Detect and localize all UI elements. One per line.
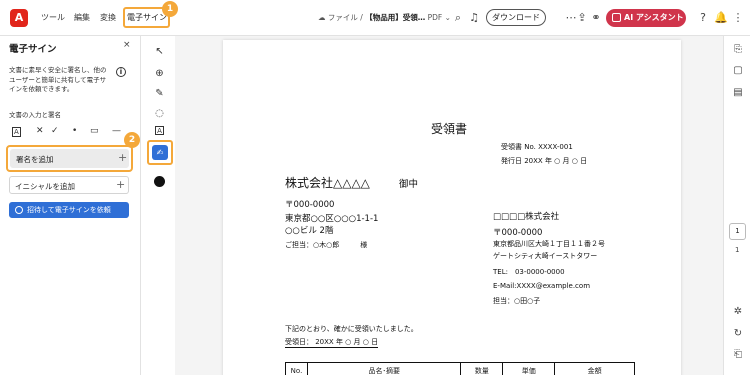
ai-assistant-button[interactable]: AI アシスタント bbox=[606, 9, 686, 27]
menu-convert[interactable]: 変換 bbox=[100, 12, 116, 23]
color-picker-icon[interactable] bbox=[154, 176, 165, 187]
column-header-quantity: 数量 bbox=[460, 362, 504, 375]
add-initials-label: イニシャルを追加 bbox=[15, 182, 75, 191]
recipient-company: 株式会社△△△△ bbox=[285, 176, 370, 190]
sender-email: E-Mail:XXXX@example.com bbox=[493, 282, 591, 290]
search-icon[interactable]: ⌕ bbox=[451, 11, 465, 25]
text-box-icon[interactable]: A bbox=[155, 126, 164, 135]
items-table: No. 品名･摘要 数量 単価 金額 bbox=[285, 362, 635, 375]
step-badge-1: 1 bbox=[162, 1, 178, 17]
close-icon[interactable]: × bbox=[123, 40, 131, 50]
dot-icon[interactable]: • bbox=[72, 126, 77, 136]
sender-address-1: 東京都品川区大崎１丁目１１番２号 bbox=[493, 240, 605, 248]
request-e-signature-label: 招待して電子サインを依頼 bbox=[27, 206, 111, 214]
help-icon[interactable]: ? bbox=[696, 11, 710, 25]
check-mark-icon[interactable]: ✓ bbox=[51, 126, 59, 136]
plus-icon: + bbox=[118, 151, 128, 164]
ai-assistant-label: AI アシスタント bbox=[624, 13, 684, 22]
line-icon[interactable]: — bbox=[112, 126, 121, 136]
cloud-icon: ☁ bbox=[318, 13, 326, 22]
recipient-address-2: ○○ビル 2階 bbox=[285, 226, 334, 236]
right-rail: ⎘ ▢ ▤ 1 1 ✲ ↻ ⎗ bbox=[723, 36, 750, 375]
recipient-person: ご担当：○木○郎 様 bbox=[285, 241, 368, 249]
bookmarks-icon[interactable]: ▤ bbox=[732, 87, 744, 99]
add-comment-icon[interactable]: ⊕ bbox=[153, 67, 166, 80]
plus-icon: + bbox=[116, 178, 126, 191]
share-icon[interactable]: ⇪ bbox=[575, 11, 589, 25]
document-viewer[interactable]: 受領書 受領書 No. XXXX-001 発行日 20XX 年 ○ 月 ○ 日 … bbox=[175, 36, 723, 375]
text-field-icon[interactable]: A bbox=[12, 127, 21, 137]
recipient-honorific: 御中 bbox=[399, 179, 419, 190]
sender-address-2: ゲートシティ大崎イーストタワー bbox=[493, 252, 598, 260]
file-name: 【物品用】受領… bbox=[365, 13, 426, 22]
section-label: 文書の入力と署名 bbox=[9, 111, 61, 119]
download-button[interactable]: ダウンロード bbox=[486, 9, 546, 26]
receipt-number: 受領書 No. XXXX-001 bbox=[501, 143, 573, 151]
panel-description: 文書に素早く安全に署名し、他のユーザーと簡単に共有して電子サインを依頼できます。 bbox=[9, 66, 107, 93]
received-date: 受領日： 20XX 年 ○ 月 ○ 日 bbox=[285, 338, 379, 348]
column-header-item: 品名･摘要 bbox=[306, 362, 462, 375]
top-bar: A ツール 編集 変換 電子サイン 1 ☁ ファイル / 【物品用】受領… PD… bbox=[0, 0, 750, 36]
page-thumbnails-icon[interactable]: ⎘ bbox=[732, 44, 744, 56]
doc-title: 受領書 bbox=[431, 122, 468, 136]
zoom-settings-icon[interactable]: ✲ bbox=[732, 306, 744, 318]
add-signature-button[interactable]: 署名を追加 + bbox=[6, 145, 133, 172]
panel-title: 電子サイン bbox=[9, 44, 57, 55]
quick-tools-column: ↖ ⊕ ✎ ◌ A ✍ bbox=[145, 40, 173, 370]
add-signature-label: 署名を追加 bbox=[16, 155, 54, 164]
read-aloud-icon[interactable]: ♫ bbox=[467, 11, 481, 25]
recipient-zip: 〒000-0000 bbox=[285, 200, 335, 210]
e-sign-panel: 電子サイン × 文書に素早く安全に署名し、他のユーザーと簡単に共有して電子サイン… bbox=[0, 36, 141, 375]
signature-tool-button[interactable]: ✍ bbox=[147, 140, 173, 165]
sender-person: 担当：○田○子 bbox=[493, 297, 541, 305]
pen-icon[interactable]: ✎ bbox=[153, 87, 166, 100]
table-header-row: No. 品名･摘要 数量 単価 金額 bbox=[285, 362, 635, 375]
rectangle-icon[interactable]: ▭ bbox=[90, 126, 99, 136]
page-total: 1 bbox=[735, 246, 740, 254]
current-page[interactable]: 1 bbox=[729, 223, 746, 240]
info-icon[interactable]: i bbox=[116, 67, 126, 77]
acrobat-logo-icon[interactable]: A bbox=[10, 9, 28, 27]
ai-assistant-icon bbox=[612, 13, 621, 22]
received-statement: 下記のとおり、確かに受領いたしました。 bbox=[285, 325, 418, 333]
request-e-signature-button[interactable]: 招待して電子サインを依頼 bbox=[9, 202, 129, 218]
cross-mark-icon[interactable]: ✕ bbox=[36, 126, 44, 136]
apps-grid-icon[interactable]: ⋮ bbox=[731, 11, 745, 25]
recipient-address-1: 東京都○○区○○○1-1-1 bbox=[285, 214, 379, 224]
lasso-icon[interactable]: ◌ bbox=[153, 107, 166, 120]
comments-icon[interactable]: ▢ bbox=[732, 65, 744, 77]
column-header-unit-price: 単価 bbox=[502, 362, 556, 375]
document-icon[interactable]: ⎗ bbox=[732, 349, 744, 361]
file-prefix: ファイル bbox=[327, 13, 358, 22]
document-title[interactable]: ☁ ファイル / 【物品用】受領… PDF ⌄ bbox=[318, 12, 451, 23]
fill-sign-tools: A ✕ ✓ • ▭ — bbox=[9, 126, 134, 138]
rotate-icon[interactable]: ↻ bbox=[732, 328, 744, 340]
menu-edit[interactable]: 編集 bbox=[74, 12, 90, 23]
step-badge-2: 2 bbox=[124, 132, 140, 148]
sender-zip: 〒000-0000 bbox=[493, 228, 543, 238]
notification-bell-icon[interactable]: 🔔 bbox=[714, 11, 728, 25]
issue-date: 発行日 20XX 年 ○ 月 ○ 日 bbox=[501, 157, 588, 165]
column-header-no: No. bbox=[285, 362, 308, 375]
cursor-icon[interactable]: ↖ bbox=[153, 45, 166, 58]
chevron-down-icon[interactable]: ⌄ bbox=[445, 13, 451, 22]
menu-tools[interactable]: ツール bbox=[41, 12, 65, 23]
menu-e-sign-label: 電子サイン bbox=[127, 13, 167, 22]
document-page: 受領書 受領書 No. XXXX-001 発行日 20XX 年 ○ 月 ○ 日 … bbox=[223, 40, 681, 375]
file-type: PDF bbox=[427, 13, 443, 22]
signature-pen-icon: ✍ bbox=[152, 145, 168, 160]
add-initials-button[interactable]: イニシャルを追加 + bbox=[9, 176, 129, 194]
link-icon[interactable]: ⚭ bbox=[589, 11, 603, 25]
column-header-amount: 金額 bbox=[554, 362, 635, 375]
request-sign-icon bbox=[15, 206, 23, 214]
sender-tel: TEL: 03-0000-0000 bbox=[493, 268, 565, 276]
sender-company: □□□□株式会社 bbox=[493, 212, 560, 222]
